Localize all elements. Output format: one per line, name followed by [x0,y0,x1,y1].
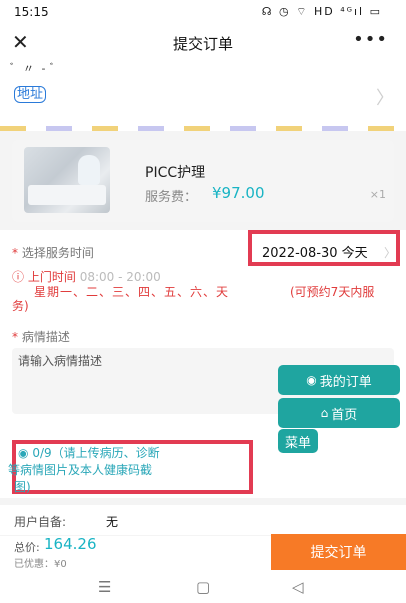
my-orders-label: 我的订单 [319,374,372,390]
menu-label: 菜单 [284,435,311,451]
remark-value: 无 [106,515,119,529]
product-quantity: ×1 [369,188,386,201]
upload-text-1: 0/9（请上传病历、诊断 [32,446,160,460]
address-divider-stripe [0,126,406,131]
product-image [24,147,110,213]
address-partial-text: ﾞ 〃 ‑ ﾞ [10,62,58,75]
more-icon[interactable]: ••• [353,29,388,50]
condition-label-text: 病情描述 [21,330,70,344]
user-icon: ◉ [306,373,317,387]
home-nav-icon[interactable]: ▢ [196,578,210,596]
address-label[interactable]: 地址 [14,86,47,103]
menu-icon[interactable]: ☰ [98,578,111,596]
product-image-bed [28,185,106,205]
visit-time-value: 08:00 - 20:00 [79,270,161,284]
close-icon[interactable]: ✕ [12,30,29,54]
booking-note: (可预约7天内服 [290,285,375,299]
visit-weekdays: 星期一、二、三、四、五、六、天 [34,285,230,299]
visit-time-label: 上门时间 [27,270,76,284]
upload-text-3: 图) [14,480,31,494]
upload-text-2: 等病情图片及本人健康码截 [8,463,153,477]
home-button[interactable]: ⌂ 首页 [278,398,400,428]
product-name: PICC护理 [145,165,206,181]
my-orders-button[interactable]: ◉ 我的订单 [278,365,400,395]
home-icon: ⌂ [320,406,329,420]
total-price: 164.26 [44,535,97,553]
required-mark: * [12,246,18,260]
remark-label: 用户自备: [14,515,67,529]
upload-line-1[interactable]: ◉ 0/9（请上传病历、诊断 [18,444,160,461]
required-mark: * [12,330,18,344]
info-icon: ⓘ [12,270,25,284]
page-title: 提交订单 [172,35,233,53]
chevron-right-icon[interactable]: 〉 [376,84,394,110]
status-time: 15:15 [14,5,49,19]
discount-text: 已优惠：¥0 [14,559,67,570]
chevron-right-icon[interactable]: 〉 [384,244,396,261]
total-label: 总价: [14,541,40,554]
service-time-label-text: 选择服务时间 [21,246,94,260]
service-fee-price: ¥97.00 [212,184,265,202]
service-time-value[interactable]: 2022-08-30 今天 [262,242,368,261]
booking-note-wrap: 务) [12,299,29,313]
back-icon[interactable]: ◁ [292,578,304,596]
address-card[interactable] [0,60,406,126]
status-icons: ☊ ◷ ⌔ HD ⁴ᴳıl ▭ [261,5,382,18]
home-label: 首页 [331,407,358,423]
product-image-nurse [78,155,100,185]
service-fee-label: 服务费： [145,190,198,205]
upload-icon: ◉ [18,446,29,460]
menu-button[interactable]: 菜单 [278,429,318,453]
service-time-label: * 选择服务时间 [12,244,94,261]
condition-label: * 病情描述 [12,328,70,345]
submit-order-button[interactable]: 提交订单 [271,534,406,570]
